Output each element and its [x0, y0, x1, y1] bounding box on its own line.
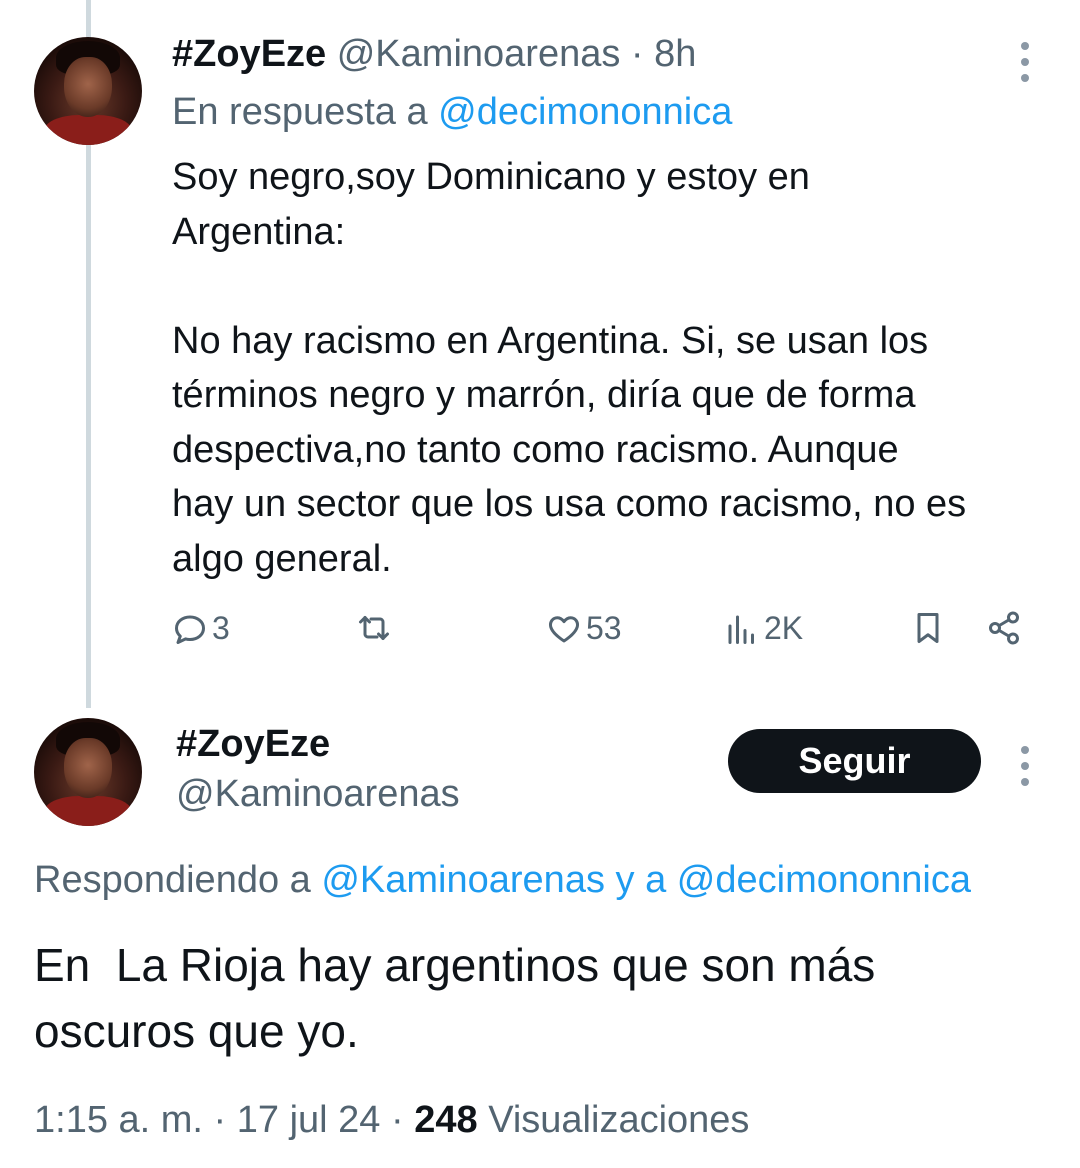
display-name[interactable]: #ZoyEze: [172, 33, 326, 75]
like-button[interactable]: 53: [546, 610, 622, 647]
replying-context: Respondiendo a @Kaminoarenas y a @decimo…: [34, 856, 971, 904]
replying-joiner: y a: [615, 859, 667, 901]
reply-context: En respuesta a @decimononnica: [172, 88, 732, 136]
views-button[interactable]: 2K: [724, 610, 803, 647]
replying-prefix: Respondiendo a: [34, 859, 311, 901]
retweet-icon: [359, 616, 389, 640]
reply-prefix: En respuesta a: [172, 91, 428, 133]
views-label: Visualizaciones: [488, 1099, 750, 1141]
reply-count: 3: [212, 610, 230, 646]
like-count: 53: [586, 610, 622, 646]
bookmark-button[interactable]: [910, 610, 946, 646]
share-button[interactable]: [986, 610, 1022, 646]
reply-icon: [175, 615, 205, 644]
reply-button[interactable]: 3: [172, 610, 230, 647]
follow-button[interactable]: Seguir: [728, 729, 981, 793]
tweet-text: En La Rioja hay argentinos que son más o…: [34, 939, 876, 1057]
avatar[interactable]: [34, 718, 142, 826]
tweet-meta: 1:15 a. m. · 17 jul 24 · 248 Visualizaci…: [34, 1096, 749, 1144]
handle[interactable]: @Kaminoarenas: [176, 770, 460, 818]
dot-separator: ·: [213, 1099, 227, 1141]
tweet-header: #ZoyEze @Kaminoarenas · 8h: [172, 30, 696, 78]
avatar[interactable]: [34, 37, 142, 145]
tweet-text: Soy negro,soy Dominicano y estoy en Arge…: [172, 156, 967, 580]
timestamp[interactable]: 8h: [654, 33, 696, 75]
more-icon[interactable]: [1020, 42, 1030, 82]
display-name[interactable]: #ZoyEze: [176, 720, 330, 768]
views-count: 2K: [764, 610, 804, 646]
tweet-date[interactable]: 17 jul 24: [237, 1099, 381, 1141]
share-icon: [989, 611, 1019, 645]
dot-separator: ·: [391, 1099, 404, 1141]
views-icon: [728, 615, 754, 644]
like-icon: [549, 615, 579, 642]
bookmark-icon: [917, 613, 939, 643]
action-bar: 3 53 2K: [172, 610, 1032, 660]
dot-separator: ·: [630, 33, 644, 75]
tweet-time[interactable]: 1:15 a. m.: [34, 1099, 203, 1141]
views-count: 248: [414, 1099, 478, 1141]
replying-to-link-1[interactable]: @Kaminoarenas: [321, 859, 605, 901]
more-icon[interactable]: [1020, 746, 1030, 786]
replying-to-link-2[interactable]: @decimononnica: [677, 859, 971, 901]
handle[interactable]: @Kaminoarenas: [337, 33, 621, 75]
retweet-button[interactable]: [356, 610, 392, 646]
reply-to-link[interactable]: @decimononnica: [438, 91, 732, 133]
